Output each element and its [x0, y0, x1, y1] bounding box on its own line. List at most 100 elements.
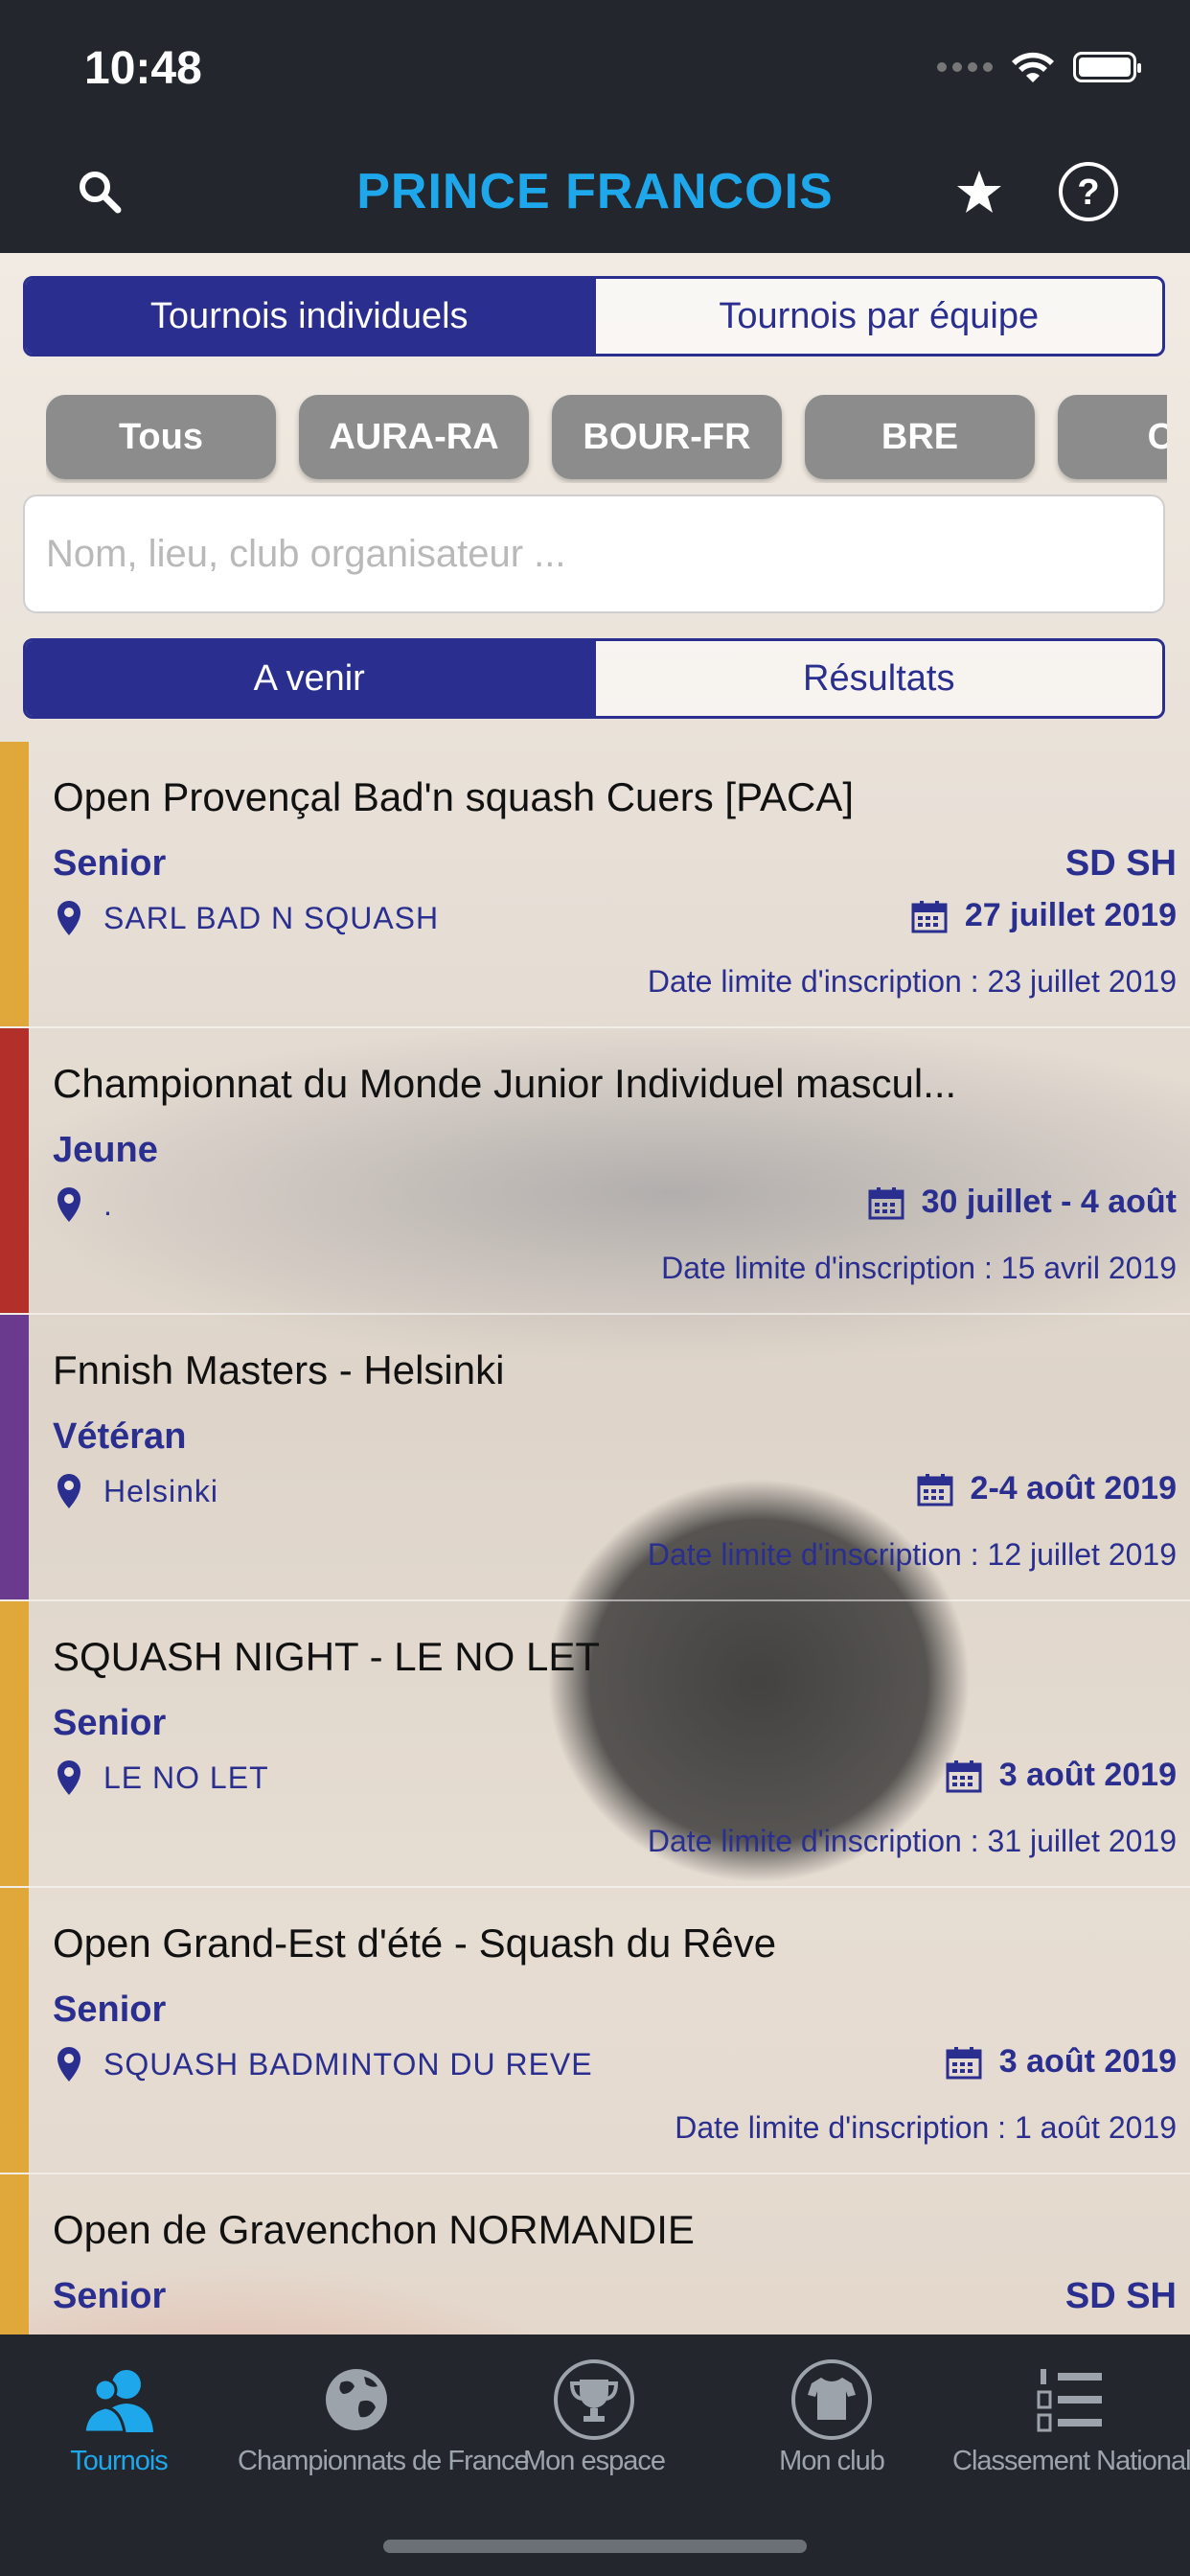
category-stripe: [0, 1028, 29, 1313]
tab-results[interactable]: Résultats: [592, 641, 1163, 716]
region-filter-bar[interactable]: Tous AURA-RA BOUR-FR BRE CE: [46, 395, 1167, 483]
period-selector: A venir Résultats: [23, 638, 1165, 719]
tab-bar-label: Classement National: [952, 2446, 1190, 2476]
battery-icon: [1073, 52, 1141, 82]
date-text: 30 juillet - 4 août: [921, 1184, 1177, 1220]
tab-team-tournaments[interactable]: Tournois par équipe: [592, 279, 1163, 354]
tournament-row[interactable]: Open Provençal Bad'n squash Cuers [PACA]…: [0, 742, 1190, 1028]
location-pin-icon: [57, 1760, 80, 1795]
tournament-title: Open Provençal Bad'n squash Cuers [PACA]: [53, 774, 855, 819]
calendar-icon: [868, 1186, 904, 1219]
category-stripe: [0, 742, 29, 1026]
tournament-row[interactable]: Championnat du Monde Junior Individuel m…: [0, 1028, 1190, 1315]
tournament-date: 3 août 2019: [946, 1757, 1177, 1794]
tab-bar-label: Mon espace: [523, 2446, 666, 2476]
date-text: 2-4 août 2019: [970, 1470, 1177, 1506]
tournament-location: SQUASH BADMINTON DU REVE: [56, 2045, 593, 2083]
location-pin-icon: [57, 1474, 80, 1508]
tournament-location: LE NO LET: [56, 1759, 269, 1797]
tournament-title: Open Grand-Est d'été - Squash du Rêve: [53, 1920, 777, 1966]
registration-deadline: Date limite d'inscription : 12 juillet 2…: [647, 1537, 1177, 1572]
nav-bar: PRINCE FRANCOIS ?: [0, 134, 1190, 253]
cellular-signal-icon: [937, 62, 993, 72]
tournament-title: SQUASH NIGHT - LE NO LET: [53, 1634, 600, 1679]
registration-deadline: Date limite d'inscription : 31 juillet 2…: [647, 1824, 1177, 1858]
registration-deadline: Date limite d'inscription : 15 avril 201…: [661, 1251, 1177, 1285]
location-text: SQUASH BADMINTON DU REVE: [103, 2046, 593, 2082]
category-stripe: [0, 2174, 29, 2334]
search-input[interactable]: [44, 531, 1144, 577]
tournament-tags: SD SH: [1064, 2276, 1177, 2316]
search-box: [23, 494, 1165, 613]
calendar-icon: [946, 1760, 982, 1792]
help-icon: ?: [1059, 162, 1118, 221]
tournament-list[interactable]: Open Provençal Bad'n squash Cuers [PACA]…: [0, 742, 1190, 2334]
calendar-icon: [917, 1473, 953, 1506]
tournament-row[interactable]: SQUASH NIGHT - LE NO LET Senior LE NO LET 3…: [0, 1601, 1190, 1888]
tab-individual-tournaments[interactable]: Tournois individuels: [26, 279, 593, 354]
tournament-date: 30 juillet - 4 août: [868, 1184, 1177, 1221]
tournament-title: Open de Gravenchon NORMANDIE: [53, 2207, 695, 2252]
tab-bar-label: Mon club: [779, 2446, 885, 2476]
wifi-icon: [1012, 52, 1054, 82]
registration-deadline: Date limite d'inscription : 23 juillet 2…: [647, 964, 1177, 999]
tab-bar-item-mon-club[interactable]: Mon club: [713, 2354, 950, 2497]
user-group-icon: [82, 2370, 153, 2434]
location-pin-icon: [57, 901, 80, 935]
trophy-icon: [554, 2359, 634, 2440]
region-chip[interactable]: AURA-RA: [299, 395, 529, 479]
tournament-category: Senior: [53, 1703, 167, 1743]
tournament-tags: SD SH: [1064, 843, 1177, 884]
shirt-icon: [791, 2359, 872, 2440]
tab-bar-label: Tournois: [70, 2446, 169, 2476]
status-bar: 10:48: [0, 0, 1190, 134]
calendar-icon: [911, 900, 948, 932]
main-content: Tournois individuels Tournois par équipe…: [0, 253, 1190, 2334]
tournament-date: 3 août 2019: [946, 2043, 1177, 2081]
tab-bar-label: Championnats de France: [238, 2446, 530, 2476]
region-chip[interactable]: BRE: [805, 395, 1035, 479]
favorites-button[interactable]: [943, 155, 1016, 228]
tournament-title: Championnat du Monde Junior Individuel m…: [53, 1061, 957, 1106]
region-chip[interactable]: Tous: [46, 395, 276, 479]
location-text: LE NO LET: [103, 1760, 269, 1795]
tournament-category: Senior: [53, 1990, 167, 2030]
region-chip[interactable]: BOUR-FR: [552, 395, 782, 479]
tournament-row[interactable]: Open Grand-Est d'été - Squash du Rêve Sen…: [0, 1888, 1190, 2174]
location-pin-icon: [57, 1187, 80, 1222]
tournament-date: 2-4 août 2019: [917, 1470, 1177, 1507]
home-indicator[interactable]: [383, 2540, 807, 2553]
tournament-row[interactable]: Open de Gravenchon NORMANDIE Senior SD SH: [0, 2174, 1190, 2334]
tournament-category: Jeune: [53, 1130, 158, 1170]
region-chip[interactable]: CE: [1058, 395, 1167, 479]
tournament-title: Fnnish Masters - Helsinki: [53, 1347, 505, 1392]
tab-bar-item-mon-espace[interactable]: Mon espace: [475, 2354, 713, 2497]
tab-bar-item-tournois[interactable]: Tournois: [0, 2354, 238, 2497]
tournament-date: 27 juillet 2019: [911, 897, 1177, 934]
tournament-category: Senior: [53, 843, 167, 884]
location-text: .: [103, 1186, 113, 1222]
tournament-category: Vétéran: [53, 1416, 187, 1457]
globe-icon: [326, 2369, 387, 2430]
registration-deadline: Date limite d'inscription : 1 août 2019: [675, 2110, 1177, 2145]
date-text: 27 juillet 2019: [964, 897, 1177, 933]
status-time: 10:48: [84, 43, 202, 94]
calendar-icon: [946, 2046, 982, 2079]
svg-text:?: ?: [1077, 172, 1099, 213]
ranking-list-icon: [1037, 2369, 1102, 2432]
help-button[interactable]: ?: [1052, 155, 1125, 228]
location-text: Helsinki: [103, 1473, 219, 1508]
location-text: SARL BAD N SQUASH: [103, 900, 440, 935]
tab-bar-item-classement[interactable]: Classement National: [952, 2354, 1190, 2497]
category-stripe: [0, 1888, 29, 2173]
status-icons: [937, 50, 1141, 84]
date-text: 3 août 2019: [998, 1757, 1177, 1793]
tab-upcoming[interactable]: A venir: [26, 641, 593, 716]
tournament-row[interactable]: Fnnish Masters - Helsinki Vétéran Helsinki…: [0, 1315, 1190, 1601]
category-stripe: [0, 1601, 29, 1886]
category-stripe: [0, 1315, 29, 1599]
location-pin-icon: [57, 2047, 80, 2082]
date-text: 3 août 2019: [998, 2043, 1177, 2080]
tournament-category: Senior: [53, 2276, 167, 2316]
tab-bar-item-championnats[interactable]: Championnats de France: [238, 2354, 530, 2497]
